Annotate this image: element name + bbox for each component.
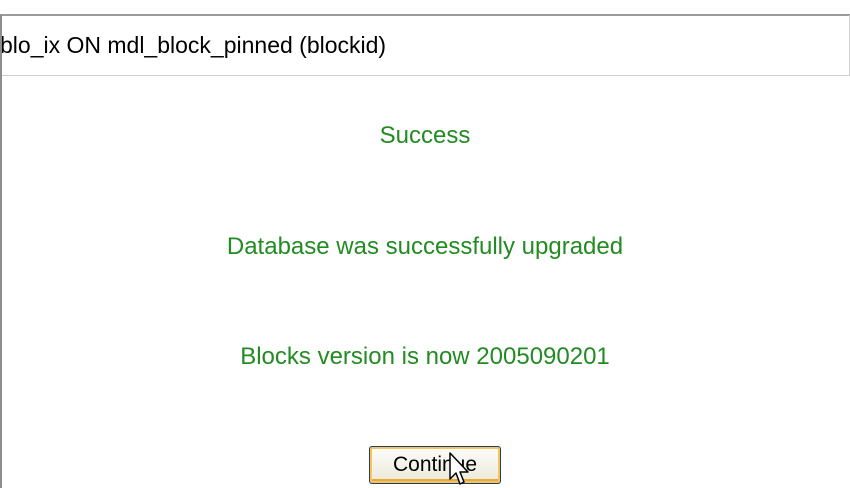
sql-statement-text: blo_ix ON mdl_block_pinned (blockid) <box>0 32 387 58</box>
sql-statement-row: blo_ix ON mdl_block_pinned (blockid) <box>0 15 850 76</box>
blocks-version-message: Blocks version is now 2005090201 <box>240 343 610 370</box>
upgrade-page: blo_ix ON mdl_block_pinned (blockid) Suc… <box>0 0 850 488</box>
continue-button[interactable]: Continue <box>369 446 501 484</box>
success-message: Success <box>379 122 471 149</box>
database-upgraded-message: Database was successfully upgraded <box>226 233 624 260</box>
